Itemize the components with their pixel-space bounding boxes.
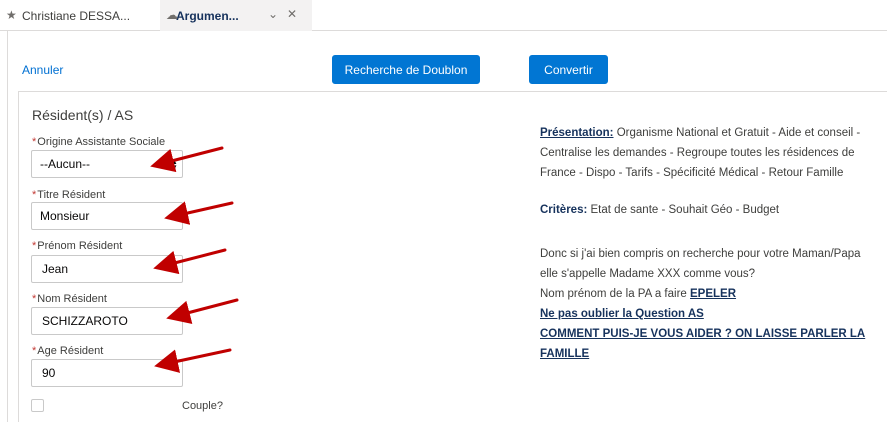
cloud-icon: ☁	[166, 8, 178, 22]
origine-label: *Origine Assistante Sociale	[32, 136, 166, 148]
criteres-block: Critères: Etat de sante - Souhait Géo - …	[540, 200, 779, 220]
comment-line: FAMILLE	[540, 348, 590, 360]
question-text: Donc si j'ai bien compris on recherche p…	[540, 248, 861, 260]
age-field[interactable]: 90	[31, 359, 183, 387]
titre-field[interactable]: Monsieur	[31, 202, 183, 230]
presentation-text: Centralise les demandes - Regroupe toute…	[540, 147, 855, 159]
criteres-label: Critères:	[540, 204, 588, 216]
close-icon[interactable]: ✕	[287, 7, 297, 21]
comment-line: COMMENT PUIS-JE VOUS AIDER ? ON LAISSE P…	[540, 328, 866, 340]
workspace-tab-bar: ★ Christiane DESSA... ☁ Argumen... ⌄ ✕	[0, 0, 887, 31]
couple-checkbox[interactable]	[31, 399, 44, 412]
presentation-label: Présentation:	[540, 127, 614, 139]
origine-value: --Aucun--	[40, 157, 91, 171]
nom-instruction: Nom prénom de la PA a faire	[540, 288, 687, 300]
presentation-text: Organisme National et Gratuit - Aide et …	[616, 127, 861, 139]
presentation-text: France - Dispo - Tarifs - Spécificité Mé…	[540, 167, 844, 179]
divider	[7, 31, 8, 422]
nom-value: SCHIZZAROTO	[42, 314, 128, 328]
prenom-label: *Prénom Résident	[32, 240, 123, 252]
required-mark: *	[32, 293, 37, 305]
required-mark: *	[32, 189, 37, 201]
criteres-text: Etat de sante - Souhait Géo - Budget	[590, 204, 780, 216]
star-icon: ★	[6, 8, 17, 22]
tab-label: Argumen...	[176, 8, 239, 23]
titre-value: Monsieur	[40, 209, 90, 223]
question-block: Donc si j'ai bien compris on recherche p…	[540, 244, 865, 364]
nom-label: *Nom Résident	[32, 293, 107, 305]
epeler-emphasis: EPELER	[690, 288, 737, 300]
nom-field[interactable]: SCHIZZAROTO	[31, 307, 183, 335]
convert-button[interactable]: Convertir	[529, 55, 608, 84]
section-title: Résident(s) / AS	[32, 107, 134, 123]
question-text: elle s'appelle Madame XXX comme vous?	[540, 268, 756, 280]
tab-christiane[interactable]: ★ Christiane DESSA...	[0, 0, 160, 31]
required-mark: *	[32, 136, 37, 148]
chevron-down-icon[interactable]: ⌄	[268, 7, 278, 21]
as-reminder: Ne pas oublier la Question AS	[540, 308, 704, 320]
presentation-block: Présentation: Organisme National et Grat…	[540, 123, 860, 183]
titre-label: *Titre Résident	[32, 189, 106, 201]
origine-select[interactable]: --Aucun-- ▲ ▼	[31, 150, 183, 178]
age-value: 90	[42, 366, 56, 380]
required-mark: *	[32, 240, 37, 252]
duplicate-search-button[interactable]: Recherche de Doublon	[332, 55, 480, 84]
select-caret-icon: ▲ ▼	[170, 157, 178, 172]
required-mark: *	[32, 345, 37, 357]
prenom-field[interactable]: Jean	[31, 255, 183, 283]
prenom-value: Jean	[42, 262, 69, 276]
tab-label: Christiane DESSA...	[22, 8, 131, 23]
age-label: *Age Résident	[32, 345, 104, 357]
couple-label: Couple?	[182, 400, 223, 412]
cancel-link[interactable]: Annuler	[22, 63, 63, 77]
